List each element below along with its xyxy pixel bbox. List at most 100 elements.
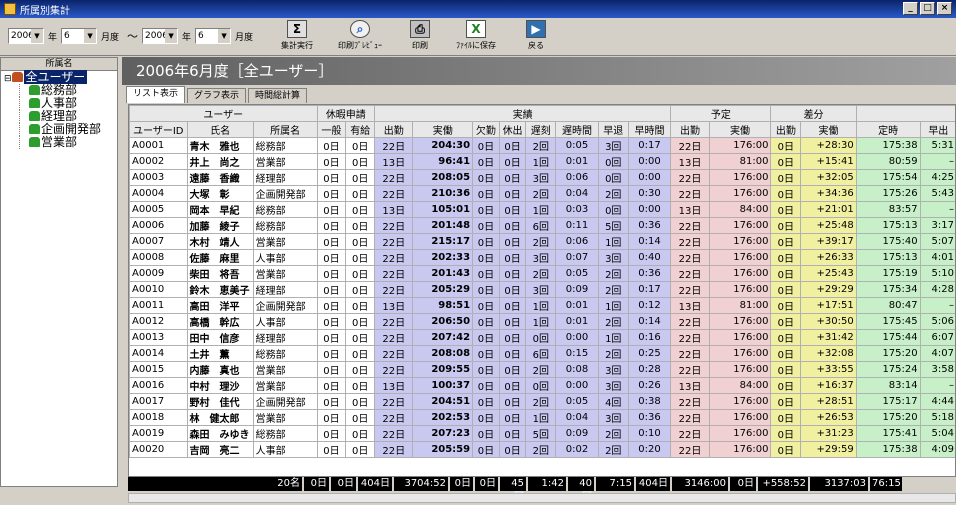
table-row[interactable]: A0012高橋 幹広人事部0日0日22日206:500日0日1回0:012回0:… bbox=[130, 314, 956, 330]
save-file-button[interactable]: Xﾌｧｲﾙに保存 bbox=[446, 20, 506, 54]
table-cell: 0回 bbox=[598, 202, 628, 218]
table-row[interactable]: A0007木村 靖人営業部0日0日22日215:170日0日2回0:061回0:… bbox=[130, 234, 956, 250]
table-row[interactable]: A0019森田 みゆき総務部0日0日22日207:230日0日5回0:092回0… bbox=[130, 426, 956, 442]
column-header[interactable]: 遅時間 bbox=[556, 122, 599, 138]
column-header[interactable]: 所属名 bbox=[253, 122, 317, 138]
table-cell: 営業部 bbox=[253, 266, 317, 282]
column-header[interactable]: 欠勤 bbox=[473, 122, 500, 138]
table-cell: A0006 bbox=[130, 218, 188, 234]
table-cell: 81:00 bbox=[709, 298, 771, 314]
table-cell: 3回 bbox=[598, 362, 628, 378]
maximize-button[interactable]: □ bbox=[920, 2, 935, 15]
table-cell: 175:24 bbox=[856, 362, 920, 378]
table-row[interactable]: A0016中村 理沙営業部0日0日13日100:370日0日0回0:003回0:… bbox=[130, 378, 956, 394]
table-cell: 2回 bbox=[598, 314, 628, 330]
table-cell: 22日 bbox=[375, 234, 413, 250]
table-cell: 高橋 幹広 bbox=[187, 314, 253, 330]
summary-table[interactable]: ユーザー 休暇申請 実績 予定 差分 ユーザーID氏名所属名一般有給出勤実働欠勤… bbox=[128, 104, 956, 477]
table-row[interactable]: A0010鈴木 恵美子経理部0日0日22日205:290日0日3回0:092回0… bbox=[130, 282, 956, 298]
table-row[interactable]: A0005岡本 早紀総務部0日0日13日105:010日0日1回0:030回0:… bbox=[130, 202, 956, 218]
column-header[interactable]: 実働 bbox=[709, 122, 771, 138]
column-header[interactable]: 出勤 bbox=[671, 122, 709, 138]
table-cell: 81:00 bbox=[709, 154, 771, 170]
tab-time-total[interactable]: 時間総計算 bbox=[248, 88, 307, 103]
table-row[interactable]: A0011高田 洋平企画開発部0日0日13日98:510日0日1回0:011回0… bbox=[130, 298, 956, 314]
close-button[interactable]: × bbox=[937, 2, 952, 15]
table-row[interactable]: A0020吉岡 亮二人事部0日0日22日205:590日0日2回0:022回0:… bbox=[130, 442, 956, 458]
column-header[interactable]: 休出 bbox=[499, 122, 526, 138]
aggregate-button[interactable]: Σ集計実行 bbox=[267, 20, 327, 54]
column-header[interactable]: ユーザーID bbox=[130, 122, 188, 138]
table-cell: 22日 bbox=[671, 394, 709, 410]
print-button[interactable]: ⎙印刷 bbox=[390, 20, 450, 54]
table-cell: A0008 bbox=[130, 250, 188, 266]
from-year-select[interactable]: 2006▼ bbox=[8, 28, 44, 44]
column-header[interactable]: 実働 bbox=[413, 122, 473, 138]
column-header[interactable]: 早出 bbox=[920, 122, 956, 138]
table-cell: 0日 bbox=[473, 314, 500, 330]
table-cell: 201:48 bbox=[413, 218, 473, 234]
table-row[interactable]: A0001青木 雅也総務部0日0日22日204:300日0日2回0:053回0:… bbox=[130, 138, 956, 154]
from-month-select[interactable]: 6▼ bbox=[61, 28, 97, 44]
table-cell: 175:20 bbox=[856, 346, 920, 362]
table-cell: 0:09 bbox=[556, 426, 599, 442]
table-cell: 大塚 彰 bbox=[187, 186, 253, 202]
table-cell: 22日 bbox=[375, 410, 413, 426]
table-cell: 0日 bbox=[499, 218, 526, 234]
table-cell: 175:45 bbox=[856, 314, 920, 330]
table-cell: 0:00 bbox=[556, 378, 599, 394]
table-cell: 2回 bbox=[598, 426, 628, 442]
table-cell: 22日 bbox=[671, 282, 709, 298]
table-cell: +15:41 bbox=[801, 154, 856, 170]
column-header[interactable]: 遅刻 bbox=[526, 122, 556, 138]
table-cell: 204:51 bbox=[413, 394, 473, 410]
to-year-select[interactable]: 2006▼ bbox=[142, 28, 178, 44]
table-cell: 0:20 bbox=[628, 442, 671, 458]
table-cell: 175:20 bbox=[856, 410, 920, 426]
table-row[interactable]: A0008佐藤 麻里人事部0日0日22日202:330日0日3回0:073回0:… bbox=[130, 250, 956, 266]
print-preview-button[interactable]: ⌕印刷ﾌﾟﾚﾋﾞｭｰ bbox=[330, 20, 390, 54]
table-cell: 6回 bbox=[526, 218, 556, 234]
column-header[interactable]: 有給 bbox=[346, 122, 375, 138]
table-row[interactable]: A0014土井 薫総務部0日0日22日208:080日0日6回0:152回0:2… bbox=[130, 346, 956, 362]
table-cell: 175:34 bbox=[856, 282, 920, 298]
table-cell: 0日 bbox=[771, 394, 801, 410]
column-header[interactable]: 出勤 bbox=[375, 122, 413, 138]
table-row[interactable]: A0006加藤 綾子総務部0日0日22日201:480日0日6回0:115回0:… bbox=[130, 218, 956, 234]
table-row[interactable]: A0002井上 尚之営業部0日0日13日96:410日0日1回0:010回0:0… bbox=[130, 154, 956, 170]
tab-list[interactable]: リスト表示 bbox=[126, 86, 185, 103]
column-header[interactable]: 出勤 bbox=[771, 122, 801, 138]
table-cell: 22日 bbox=[671, 346, 709, 362]
minimize-button[interactable]: _ bbox=[903, 2, 918, 15]
column-header[interactable]: 氏名 bbox=[187, 122, 253, 138]
back-button[interactable]: ▶戻る bbox=[506, 20, 566, 54]
table-row[interactable]: A0017野村 佳代企画開発部0日0日22日204:510日0日2回0:054回… bbox=[130, 394, 956, 410]
table-row[interactable]: A0003遠藤 香織経理部0日0日22日208:050日0日3回0:060回0:… bbox=[130, 170, 956, 186]
table-cell: 0日 bbox=[346, 330, 375, 346]
table-row[interactable]: A0009柴田 将吾営業部0日0日22日201:430日0日2回0:052回0:… bbox=[130, 266, 956, 282]
column-header[interactable]: 早時間 bbox=[628, 122, 671, 138]
to-month-select[interactable]: 6▼ bbox=[195, 28, 231, 44]
tab-graph[interactable]: グラフ表示 bbox=[187, 88, 246, 103]
table-row[interactable]: A0018林 健太郎営業部0日0日22日202:530日0日1回0:043回0:… bbox=[130, 410, 956, 426]
table-cell: 0:08 bbox=[556, 362, 599, 378]
table-cell: 176:00 bbox=[709, 426, 771, 442]
tab-bar: リスト表示 グラフ表示 時間総計算 bbox=[122, 85, 956, 103]
table-cell: 0:06 bbox=[556, 234, 599, 250]
window-title: 所属別集計 bbox=[20, 2, 70, 17]
column-header[interactable]: 実働 bbox=[801, 122, 856, 138]
table-row[interactable]: A0015内藤 真也営業部0日0日22日209:550日0日2回0:083回0:… bbox=[130, 362, 956, 378]
table-cell: 1回 bbox=[526, 154, 556, 170]
tree-item-department[interactable]: 営業部 bbox=[1, 136, 117, 149]
table-cell: 0日 bbox=[499, 282, 526, 298]
table-row[interactable]: A0004大塚 彰企画開発部0日0日22日210:360日0日2回0:042回0… bbox=[130, 186, 956, 202]
table-row[interactable]: A0013田中 信彦経理部0日0日22日207:420日0日0回0:001回0:… bbox=[130, 330, 956, 346]
table-cell: 175:40 bbox=[856, 234, 920, 250]
table-cell: – bbox=[920, 298, 956, 314]
table-cell: +26:33 bbox=[801, 250, 856, 266]
horizontal-scrollbar[interactable] bbox=[128, 493, 956, 503]
table-cell: 175:38 bbox=[856, 442, 920, 458]
column-header[interactable]: 一般 bbox=[317, 122, 346, 138]
column-header[interactable]: 定時 bbox=[856, 122, 920, 138]
column-header[interactable]: 早退 bbox=[598, 122, 628, 138]
